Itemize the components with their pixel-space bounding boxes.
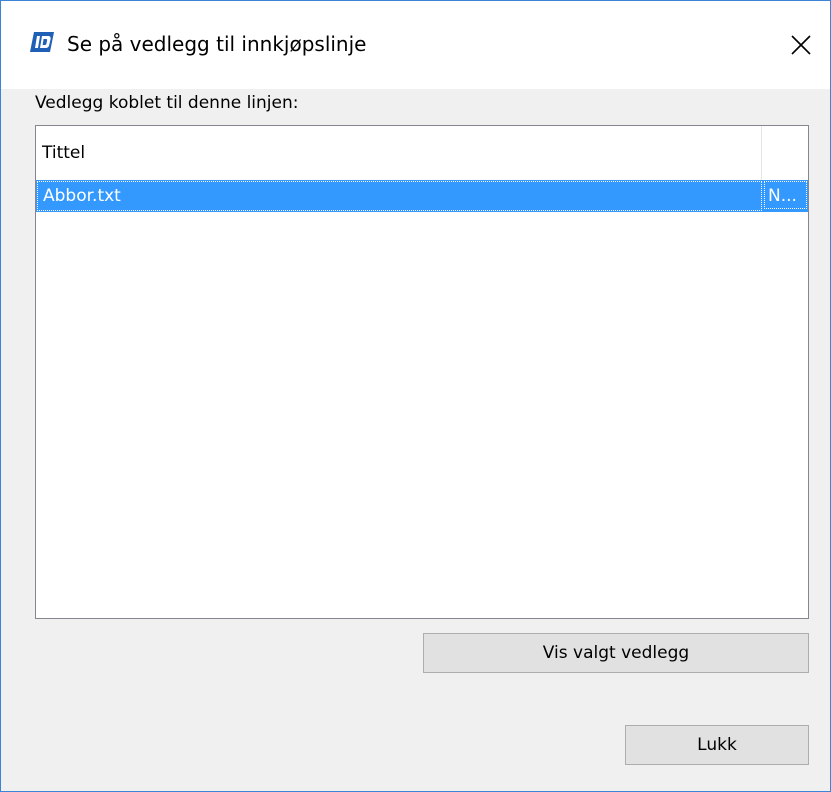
row-second-text: N... bbox=[768, 186, 797, 206]
attachments-list[interactable]: Tittel Abbor.txt N... bbox=[35, 125, 809, 619]
dialog-body: Vedlegg koblet til denne linjen: Tittel … bbox=[1, 89, 830, 791]
row-title-text: Abbor.txt bbox=[43, 186, 121, 206]
column-header-title-label: Tittel bbox=[42, 143, 86, 163]
close-button[interactable]: Lukk bbox=[625, 725, 809, 765]
list-header: Tittel bbox=[36, 126, 808, 180]
app-logo-icon bbox=[30, 32, 54, 52]
table-row[interactable]: Abbor.txt N... bbox=[36, 180, 808, 212]
view-selected-attachment-button[interactable]: Vis valgt vedlegg bbox=[423, 633, 809, 673]
attachments-caption: Vedlegg koblet til denne linjen: bbox=[35, 93, 299, 113]
close-window-button[interactable] bbox=[776, 23, 826, 67]
column-header-2[interactable] bbox=[762, 126, 808, 180]
title-bar[interactable]: Se på vedlegg til innkjøpslinje bbox=[1, 1, 830, 89]
window-title: Se på vedlegg til innkjøpslinje bbox=[67, 32, 367, 56]
dialog-window: Se på vedlegg til innkjøpslinje Vedlegg … bbox=[0, 0, 831, 792]
close-icon bbox=[791, 35, 811, 55]
column-header-title[interactable]: Tittel bbox=[36, 126, 762, 180]
row-title-cell: Abbor.txt bbox=[37, 181, 762, 211]
row-second-cell: N... bbox=[764, 181, 807, 209]
